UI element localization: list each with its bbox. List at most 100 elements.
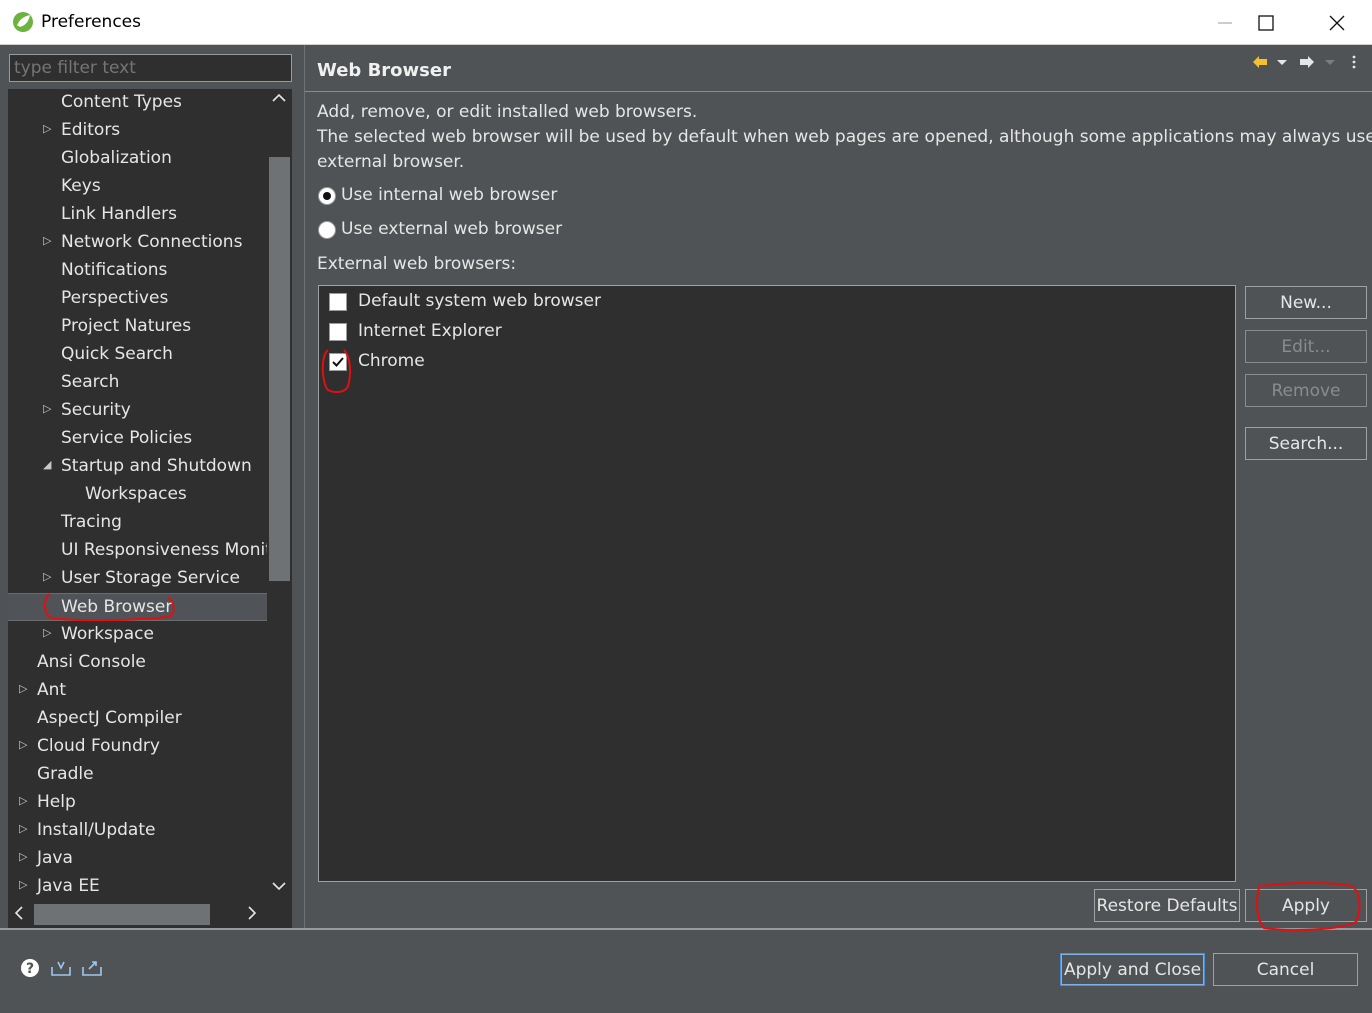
tree-item-perspectives[interactable]: Perspectives [8,285,267,313]
cancel-button[interactable]: Cancel [1213,953,1358,986]
tree-item-globalization[interactable]: Globalization [8,145,267,173]
radio-label: Use internal web browser [341,185,558,205]
collapsed-chevron-icon[interactable]: ▷ [19,738,27,751]
use-internal-browser-radio[interactable]: Use internal web browser [317,185,557,209]
tree-item-label: Project Natures [61,316,192,336]
apply-and-close-button[interactable]: Apply and Close [1060,953,1205,986]
tree-item-network-connections[interactable]: ▷ Network Connections [8,229,267,257]
preferences-tree: Content Types ▷ Editors Globalization Keys Li… [8,89,267,901]
browser-checkbox[interactable] [329,323,347,341]
import-icon[interactable] [50,958,72,982]
forward-arrow-icon[interactable] [1298,54,1316,74]
browser-item-default-system[interactable]: Default system web browser [327,291,627,317]
tree-item-gradle[interactable]: Gradle [8,761,267,789]
use-external-browser-radio[interactable]: Use external web browser [317,219,562,243]
view-menu-icon[interactable] [1350,54,1358,74]
tree-item-install-update[interactable]: ▷ Install/Update [8,817,267,845]
back-menu-chevron-down-icon[interactable] [1276,54,1288,74]
tree-item-link-handlers[interactable]: Link Handlers [8,201,267,229]
tree-item-java-ee[interactable]: ▷ Java EE [8,873,267,901]
collapsed-chevron-icon[interactable]: ▷ [43,402,51,415]
page-title: Web Browser [317,60,451,81]
tree-item-search[interactable]: Search [8,369,267,397]
tree-item-label: Network Connections [61,232,243,252]
tree-item-label: Workspaces [85,484,187,504]
scroll-left-icon[interactable] [13,904,25,926]
tree-item-tracing[interactable]: Tracing [8,509,267,537]
tree-item-help[interactable]: ▷ Help [8,789,267,817]
collapsed-chevron-icon[interactable]: ▷ [19,682,27,695]
tree-item-quick-search[interactable]: Quick Search [8,341,267,369]
help-icon[interactable]: ? [20,958,40,982]
tree-item-keys[interactable]: Keys [8,173,267,201]
filter-input[interactable] [9,54,292,82]
tree-item-cloud-foundry[interactable]: ▷ Cloud Foundry [8,733,267,761]
tree-item-project-natures[interactable]: Project Natures [8,313,267,341]
browser-checkbox-checked[interactable] [329,353,347,371]
tree-item-label: Search [61,372,120,392]
scroll-down-icon[interactable] [271,879,287,897]
edit-button[interactable]: Edit... [1245,330,1367,363]
tree-item-ui-responsiveness-monit[interactable]: UI Responsiveness Monit [8,537,267,565]
tree-item-service-policies[interactable]: Service Policies [8,425,267,453]
tree-item-web-browser[interactable]: Web Browser [8,593,267,621]
search-button[interactable]: Search... [1245,427,1367,460]
tree-item-workspaces[interactable]: Workspaces [8,481,267,509]
window-title: Preferences [41,12,141,32]
collapsed-chevron-icon[interactable]: ▷ [43,234,51,247]
tree-item-label: Quick Search [61,344,173,364]
tree-vertical-scrollbar[interactable] [267,89,292,901]
apply-button[interactable]: Apply [1245,889,1367,922]
remove-button[interactable]: Remove [1245,374,1367,407]
maximize-button[interactable] [1231,0,1301,45]
spring-logo-icon [13,12,33,32]
forward-menu-chevron-down-icon[interactable] [1324,54,1336,74]
close-icon [1329,15,1345,30]
tree-item-content-types[interactable]: Content Types [8,89,267,117]
tree-item-startup-and-shutdown[interactable]: ◢ Startup and Shutdown [8,453,267,481]
tree-item-workspace[interactable]: ▷ Workspace [8,621,267,649]
tree-item-label: Notifications [61,260,168,280]
back-arrow-icon[interactable] [1251,54,1269,74]
tree-item-editors[interactable]: ▷ Editors [8,117,267,145]
collapsed-chevron-icon[interactable]: ▷ [19,822,27,835]
scroll-right-icon[interactable] [246,904,258,926]
tree-item-java[interactable]: ▷ Java [8,845,267,873]
panel-divider[interactable] [304,45,305,929]
checkmark-icon [332,357,344,367]
export-icon[interactable] [81,958,103,982]
tree-item-label: Service Policies [61,428,193,448]
collapsed-chevron-icon[interactable]: ▷ [19,794,27,807]
browser-item-internet-explorer[interactable]: Internet Explorer [327,321,627,347]
collapsed-chevron-icon[interactable]: ▷ [19,878,27,891]
browser-checkbox[interactable] [329,293,347,311]
browser-label: Internet Explorer [358,321,502,341]
tree-item-label: Ant [37,680,67,700]
expanded-chevron-icon[interactable]: ◢ [43,458,51,471]
tree-item-label: Ansi Console [37,652,146,672]
tree-item-user-storage-service[interactable]: ▷ User Storage Service [8,565,267,593]
collapsed-chevron-icon[interactable]: ▷ [19,850,27,863]
tree-item-security[interactable]: ▷ Security [8,397,267,425]
close-button[interactable] [1302,0,1372,45]
tree-item-aspectj-compiler[interactable]: AspectJ Compiler [8,705,267,733]
restore-defaults-button[interactable]: Restore Defaults [1094,889,1240,922]
tree-item-notifications[interactable]: Notifications [8,257,267,285]
scrollbar-thumb[interactable] [34,904,210,925]
tree-horizontal-scrollbar[interactable] [8,901,267,928]
tree-item-label: User Storage Service [61,568,240,588]
collapsed-chevron-icon[interactable]: ▷ [43,626,51,639]
browser-item-chrome[interactable]: Chrome [327,351,627,377]
description-line: Add, remove, or edit installed web brows… [317,102,698,122]
new-button[interactable]: New... [1245,286,1367,319]
tree-item-label: Install/Update [37,820,156,840]
scrollbar-thumb[interactable] [269,157,290,581]
collapsed-chevron-icon[interactable]: ▷ [43,122,51,135]
tree-item-label: Help [37,792,76,812]
scroll-up-icon[interactable] [271,91,287,109]
header-separator [305,91,1372,92]
tree-item-ant[interactable]: ▷ Ant [8,677,267,705]
collapsed-chevron-icon[interactable]: ▷ [43,570,51,583]
tree-item-ansi-console[interactable]: Ansi Console [8,649,267,677]
tree-item-label: Security [61,400,131,420]
